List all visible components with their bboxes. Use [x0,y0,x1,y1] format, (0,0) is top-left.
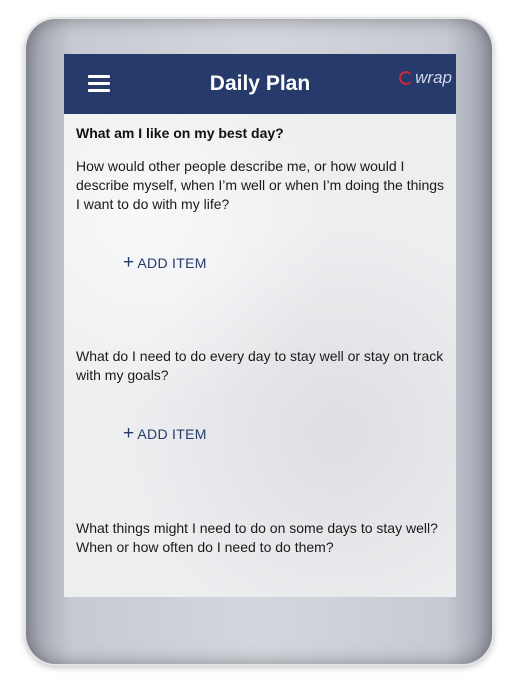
logo-mark-icon [399,71,414,85]
add-item-label: ADD ITEM [137,255,207,271]
question-some-days: What things might I need to do on some d… [76,520,438,555]
question-best-day: How would other people describe me, or h… [76,158,445,212]
wrap-logo: wrap [399,66,452,90]
app-header: Daily Plan wrap [64,54,456,114]
question-daily-needs: What do I need to do every day to stay w… [76,348,444,383]
plus-icon: + [123,252,135,273]
logo-text: wrap [415,68,452,87]
plus-icon: + [123,423,135,444]
add-item-button[interactable]: + ADD ITEM [123,423,207,444]
add-item-button[interactable]: + ADD ITEM [123,252,207,273]
app-screen: Daily Plan wrap What am I like on my bes… [64,54,456,597]
page-title: Daily Plan [209,72,311,95]
section-heading: What am I like on my best day? [76,125,284,141]
add-item-label: ADD ITEM [137,426,207,442]
